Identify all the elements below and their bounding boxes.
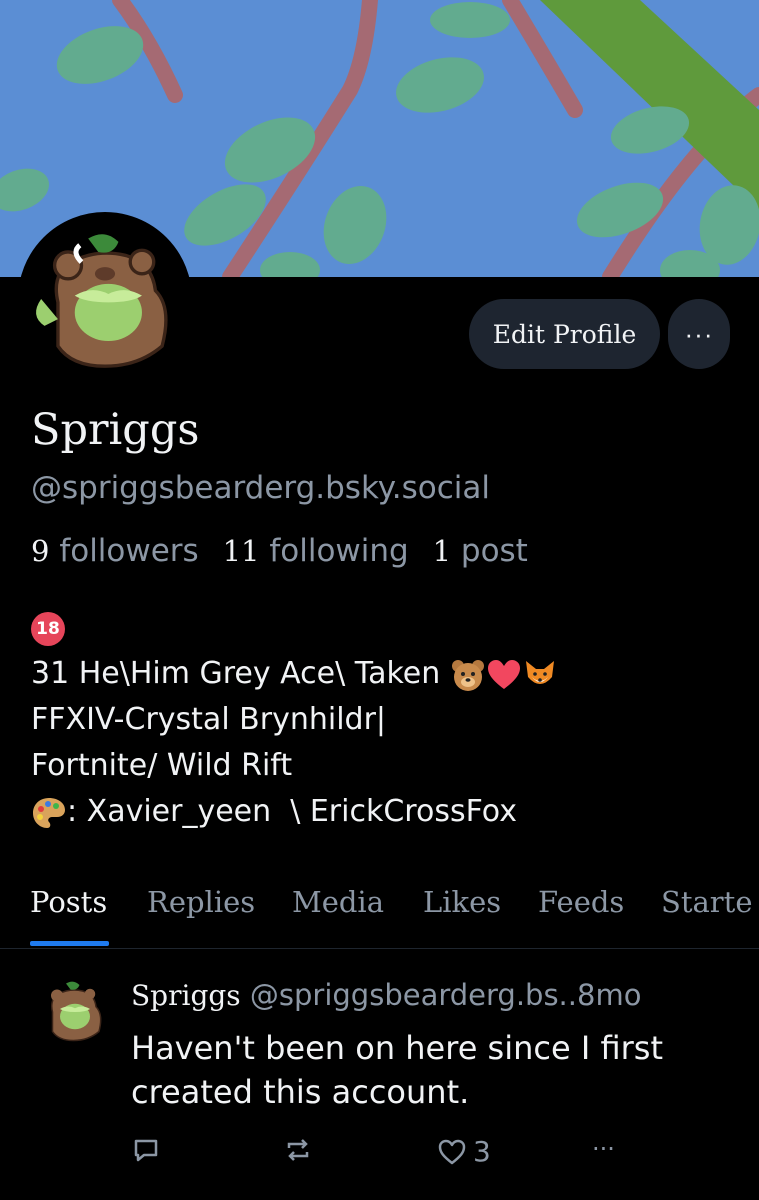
- tab-likes[interactable]: Likes: [423, 885, 501, 919]
- heart-emoji-icon: [487, 659, 520, 689]
- edit-profile-button[interactable]: Edit Profile: [469, 299, 660, 369]
- profile-tabs: Posts Replies Media Likes Feeds Starte: [0, 875, 759, 949]
- profile-more-button[interactable]: ···: [668, 299, 730, 369]
- post-header: Spriggs @spriggsbearderg.bs..8mo: [131, 978, 641, 1012]
- profile-bio: 18 31 He\Him Grey Ace\ Taken FFXIV-Cryst…: [31, 605, 558, 835]
- bio-line-2: FFXIV-Crystal Brynhildr|: [31, 702, 387, 737]
- post-item[interactable]: Spriggs @spriggsbearderg.bs..8mo Haven't…: [0, 950, 759, 1200]
- post-author-handle[interactable]: @spriggsbearderg.bs..: [250, 978, 577, 1012]
- post-text: Haven't been on here since I first creat…: [131, 1029, 663, 1111]
- display-name: Spriggs: [31, 405, 200, 455]
- artist-palette-icon: [33, 797, 65, 828]
- profile-handle: @spriggsbearderg.bsky.social: [31, 470, 490, 506]
- tab-feeds[interactable]: Feeds: [538, 885, 624, 919]
- following-label: following: [269, 533, 409, 569]
- tab-replies[interactable]: Replies: [147, 885, 255, 919]
- heart-icon: [438, 1139, 466, 1164]
- bear-face-icon: [451, 659, 484, 691]
- more-dots-icon: ···: [592, 1135, 615, 1163]
- tab-starter-packs[interactable]: Starte: [661, 885, 753, 919]
- active-tab-indicator: [30, 941, 109, 946]
- post-author-name[interactable]: Spriggs: [131, 979, 241, 1012]
- repost-icon: [287, 1139, 309, 1161]
- following-count: 11: [222, 534, 260, 568]
- fox-face-icon: [525, 660, 554, 684]
- no-under-18-icon: 18: [31, 611, 65, 646]
- reply-button[interactable]: [131, 1135, 161, 1165]
- post-avatar[interactable]: [36, 973, 111, 1048]
- posts-count: 1: [432, 534, 452, 568]
- bio-line-1: 31 He\Him Grey Ace\ Taken: [31, 656, 450, 691]
- profile-stats: 9 followers 11 following 1 post: [31, 533, 542, 569]
- followers-label: followers: [59, 533, 199, 569]
- like-count: 3: [473, 1135, 491, 1168]
- followers-count: 9: [31, 534, 50, 568]
- post-timestamp[interactable]: 8mo: [577, 978, 641, 1012]
- post-actions: 3 ···: [0, 1135, 759, 1175]
- more-dots-icon: ···: [684, 318, 714, 349]
- tab-media[interactable]: Media: [292, 885, 384, 919]
- posts-stat: 1 post: [433, 533, 528, 569]
- bio-line-3: Fortnite/ Wild Rift: [31, 748, 293, 783]
- bear-avatar-image: [21, 215, 189, 383]
- bio-line-4: : Xavier_yeen \ ErickCrossFox: [67, 794, 517, 829]
- posts-label: post: [460, 533, 528, 569]
- profile-avatar[interactable]: [18, 212, 192, 386]
- like-button[interactable]: 3: [437, 1135, 491, 1168]
- repost-button[interactable]: [283, 1135, 313, 1165]
- bear-avatar-image: [36, 973, 111, 1048]
- reply-icon: [134, 1139, 158, 1162]
- following-link[interactable]: 11 following: [223, 533, 409, 569]
- post-more-button[interactable]: ···: [592, 1135, 615, 1163]
- tab-posts[interactable]: Posts: [30, 885, 107, 919]
- followers-link[interactable]: 9 followers: [31, 533, 199, 569]
